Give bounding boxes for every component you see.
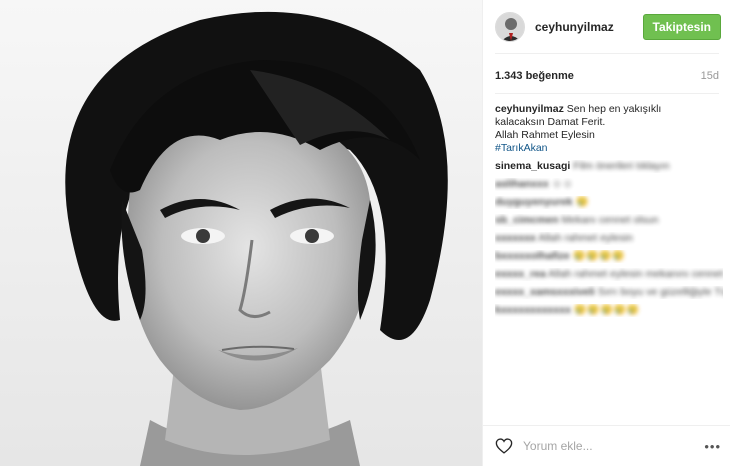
comment-username[interactable]: exxxx_rea [495,268,546,280]
portrait-image [0,0,482,466]
caption-line-3: Allah Rahmet Eylesin [495,129,595,141]
comment-item: exxxx_xamsxxxiveli Sırrı boyu ve güzelli… [495,286,723,299]
post-side-panel: ceyhunyilmaz Takiptesin 1.343 beğenme 15… [482,0,730,466]
comment-text: ☺☺ [551,178,574,190]
more-options-icon[interactable]: ••• [704,439,721,454]
comment-text: 😢😢😢😢 [572,250,625,262]
comment-item: sinema_kusagi Film önerileri tıklayın [495,160,723,173]
comment-input[interactable] [523,439,705,453]
caption-hashtag[interactable]: #TarıkAkan [495,142,723,155]
comment-text: Allah rahmet eylesin mekanını cennet ols… [548,268,723,280]
following-button[interactable]: Takiptesin [642,13,721,40]
caption-line-1: Sen hep en yakışıklı [566,103,662,115]
post-caption: ceyhunyilmaz Sen hep en yakışıklı kalaca… [495,103,723,155]
comment-username[interactable]: kxxxxxxxxxxxx [495,304,571,316]
post-header: ceyhunyilmaz Takiptesin [483,0,730,53]
avatar[interactable] [495,11,525,42]
comment-item: exxxx_rea Allah rahmet eylesin mekanını … [495,268,723,281]
comment-text: Allah rahmet eylesin [538,232,633,244]
comment-text: 😢 [575,196,589,208]
comment-username[interactable]: bxxxxxolhafize [495,250,570,262]
like-count[interactable]: 1.343 beğenme [495,70,574,82]
post-timestamp[interactable]: 15d [701,70,719,82]
comment-item: kxxxxxxxxxxxx 😢😢😢😢😢 [495,304,723,317]
heart-icon[interactable] [495,438,513,454]
comment-username[interactable]: exxxx_xamsxxxiveli [495,286,595,298]
post-photo[interactable] [0,0,482,466]
comment-item: duyguyenyurek 😢 [495,196,723,209]
comment-item: sb_cimcmen Mekanı cennet olsun [495,214,723,227]
comment-username[interactable]: xxxxxxx [495,232,536,244]
comment-text: Film önerileri tıklayın [573,160,670,172]
caption-line-2: kalacaksın Damat Ferit. [495,116,606,128]
comment-username[interactable]: duyguyenyurek [495,196,573,208]
header-divider [495,53,719,54]
comments-list[interactable]: ceyhunyilmaz Sen hep en yakışıklı kalaca… [495,103,723,425]
post-username[interactable]: ceyhunyilmaz [535,20,643,34]
comment-text: Sırrı boyu ve güzelliğiyle Türk filmleri… [597,286,723,298]
comment-text: 😢😢😢😢😢 [573,304,640,316]
comment-username[interactable]: aslihanxxx [495,178,549,190]
avatar-image [496,12,524,41]
comment-item: xxxxxxx Allah rahmet eylesin [495,232,723,245]
comment-username[interactable]: sb_cimcmen [495,214,559,226]
caption-username[interactable]: ceyhunyilmaz [495,103,564,115]
post-actions-bar: ••• [483,425,730,466]
comment-item: aslihanxxx ☺☺ [495,178,723,191]
comment-text: Mekanı cennet olsun [561,214,659,226]
comment-username[interactable]: sinema_kusagi [495,160,570,172]
comment-item: bxxxxxolhafize 😢😢😢😢 [495,250,723,263]
stats-divider [495,93,719,94]
post-stats: 1.343 beğenme 15d [495,70,719,82]
